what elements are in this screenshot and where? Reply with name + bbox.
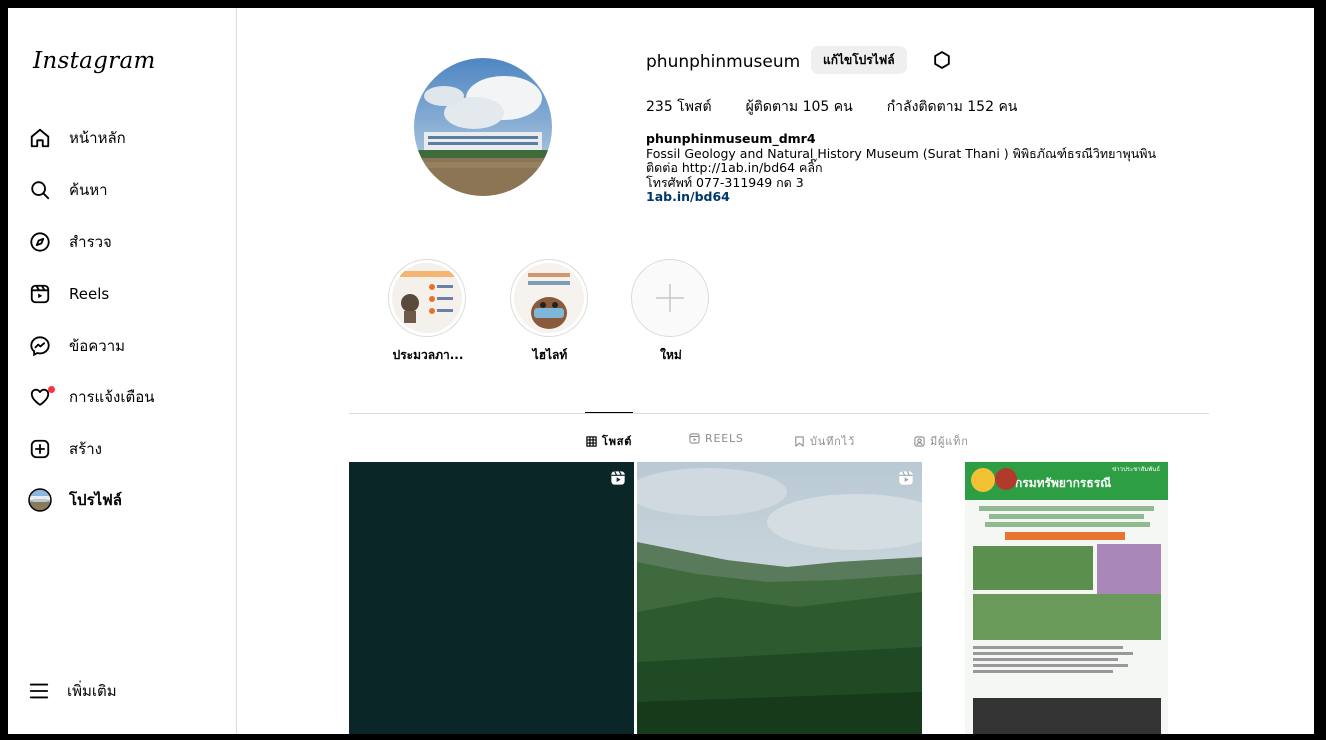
reels-tab-icon [689, 433, 700, 444]
highlight-label: ไฮไลท์ [532, 348, 568, 362]
bio-contact: ติดต่อ http://1ab.in/bd64 คลิ๊ก [646, 160, 823, 175]
following-count[interactable]: กำลังติดตาม 152 คน [887, 96, 1018, 118]
sidebar-item-search[interactable]: ค้นหา [28, 173, 218, 207]
tagged-icon [914, 435, 925, 447]
highlight-item[interactable]: ไฮไลท์ [510, 259, 590, 365]
highlight-thumbnail [392, 263, 462, 333]
instagram-logo[interactable]: Instagram [33, 48, 156, 74]
tab-label: โพสต์ [602, 435, 633, 448]
post-tile[interactable] [349, 462, 634, 734]
profile-avatar[interactable] [414, 58, 552, 196]
highlight-ring [631, 259, 709, 337]
app-window: Instagram หน้าหลัก ค้นหา สำรวจ Reels ข้อ… [8, 8, 1314, 734]
poster-image: ข่าวประชาสัมพันธ์ กรมทรัพยากรธรณี [965, 462, 1168, 734]
tab-saved[interactable]: บันทึกไว้ [794, 432, 855, 450]
active-tab-indicator [585, 412, 633, 413]
settings-gear-icon[interactable] [932, 50, 952, 70]
bio-name: phunphinmuseum_dmr4 [646, 131, 816, 146]
sidebar-item-label: สำรวจ [69, 233, 112, 251]
highlight-ring [388, 259, 466, 337]
bio-link[interactable]: 1ab.in/bd64 [646, 189, 1156, 205]
messenger-icon [28, 334, 52, 358]
poster-title: กรมทรัพยากรธรณี [1015, 476, 1112, 490]
tab-posts[interactable]: โพสต์ [586, 432, 632, 450]
create-icon [28, 437, 52, 461]
tabs-divider [349, 413, 1209, 414]
sidebar: Instagram หน้าหลัก ค้นหา สำรวจ Reels ข้อ… [8, 8, 237, 734]
sidebar-item-reels[interactable]: Reels [28, 277, 218, 311]
seal-icon [971, 468, 995, 492]
sidebar-item-label: ค้นหา [69, 181, 108, 199]
tab-reels[interactable]: REELS [689, 432, 744, 445]
reel-badge-icon [610, 470, 626, 486]
posts-count[interactable]: 235 โพสต์ [646, 96, 712, 118]
sidebar-item-messages[interactable]: ข้อความ [28, 329, 218, 363]
profile-avatar-icon [28, 488, 52, 512]
poster-kicker: ข่าวประชาสัมพันธ์ [1112, 466, 1160, 473]
menu-icon [28, 680, 50, 702]
highlight-ring [510, 259, 588, 337]
notification-dot [48, 386, 55, 393]
sidebar-item-label: ข้อความ [69, 337, 126, 355]
reel-badge-icon [898, 470, 914, 486]
plus-icon [652, 280, 688, 316]
sidebar-item-label: การแจ้งเตือน [69, 388, 155, 406]
profile-username: phunphinmuseum [646, 52, 801, 72]
explore-icon [28, 230, 52, 254]
post-tile[interactable]: ข่าวประชาสัมพันธ์ กรมทรัพยากรธรณี [925, 462, 1210, 734]
sidebar-item-notifications[interactable]: การแจ้งเตือน [28, 380, 218, 414]
post-tile[interactable] [637, 462, 922, 734]
edit-profile-button[interactable]: แก้ไขโปรไฟล์ [811, 46, 907, 74]
highlight-label: ใหม่ [660, 348, 682, 362]
tab-label: REELS [705, 432, 744, 445]
sidebar-item-label: โปรไฟล์ [69, 491, 122, 509]
profile-stats: 235 โพสต์ ผู้ติดตาม 105 คน กำลังติดตาม 1… [646, 96, 1017, 118]
sidebar-item-home[interactable]: หน้าหลัก [28, 121, 218, 155]
tab-label: บันทึกไว้ [810, 435, 855, 448]
bio-description: Fossil Geology and Natural History Museu… [646, 145, 1157, 161]
profile-bio: phunphinmuseum_dmr4 Fossil Geology and N… [646, 131, 1157, 205]
tab-label: มีผู้แท็ก [930, 435, 969, 448]
grid-icon [586, 435, 597, 447]
sidebar-item-label: Reels [69, 285, 110, 303]
reels-icon [28, 282, 52, 306]
highlight-label: ประมวลภา... [392, 348, 464, 362]
bio-phone: โทรศัพท์ 077-311949 กด 3 [646, 174, 804, 190]
sidebar-item-profile[interactable]: โปรไฟล์ [28, 483, 218, 517]
sidebar-item-explore[interactable]: สำรวจ [28, 225, 218, 259]
sidebar-item-create[interactable]: สร้าง [28, 432, 218, 466]
highlight-item[interactable]: ประมวลภา... [388, 259, 468, 365]
more-label: เพิ่มเติม [67, 682, 117, 700]
bookmark-icon [794, 435, 805, 447]
emblem-icon [995, 468, 1017, 490]
sidebar-item-label: สร้าง [69, 440, 102, 458]
home-icon [28, 126, 52, 150]
sidebar-item-label: หน้าหลัก [69, 129, 126, 147]
more-button[interactable]: เพิ่มเติม [28, 679, 117, 703]
highlight-thumbnail [514, 263, 584, 333]
heart-icon [28, 385, 55, 409]
search-icon [28, 178, 52, 202]
followers-count[interactable]: ผู้ติดตาม 105 คน [746, 96, 853, 118]
new-highlight-button[interactable]: ใหม่ [631, 259, 711, 365]
tab-tagged[interactable]: มีผู้แท็ก [914, 432, 969, 450]
